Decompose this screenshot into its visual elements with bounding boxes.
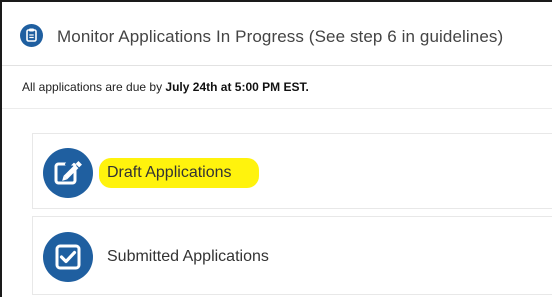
submitted-applications-link[interactable]: Submitted Applications — [107, 248, 269, 266]
draft-applications-card[interactable]: Draft Applications — [32, 133, 552, 209]
section-title: Monitor Applications In Progress (See st… — [57, 27, 504, 46]
draft-applications-link[interactable]: Draft Applications — [107, 164, 232, 182]
checkbox-icon[interactable] — [43, 232, 93, 282]
due-date-notice: All applications are due by July 24th at… — [22, 80, 309, 94]
submitted-applications-card[interactable]: Submitted Applications — [32, 216, 552, 295]
clipboard-icon — [20, 24, 43, 47]
due-notice-text: All applications are due by — [22, 80, 166, 94]
due-deadline: July 24th at 5:00 PM EST. — [165, 80, 309, 94]
divider — [2, 108, 552, 109]
section-header: Monitor Applications In Progress (See st… — [2, 2, 552, 66]
edit-icon[interactable] — [43, 148, 93, 198]
